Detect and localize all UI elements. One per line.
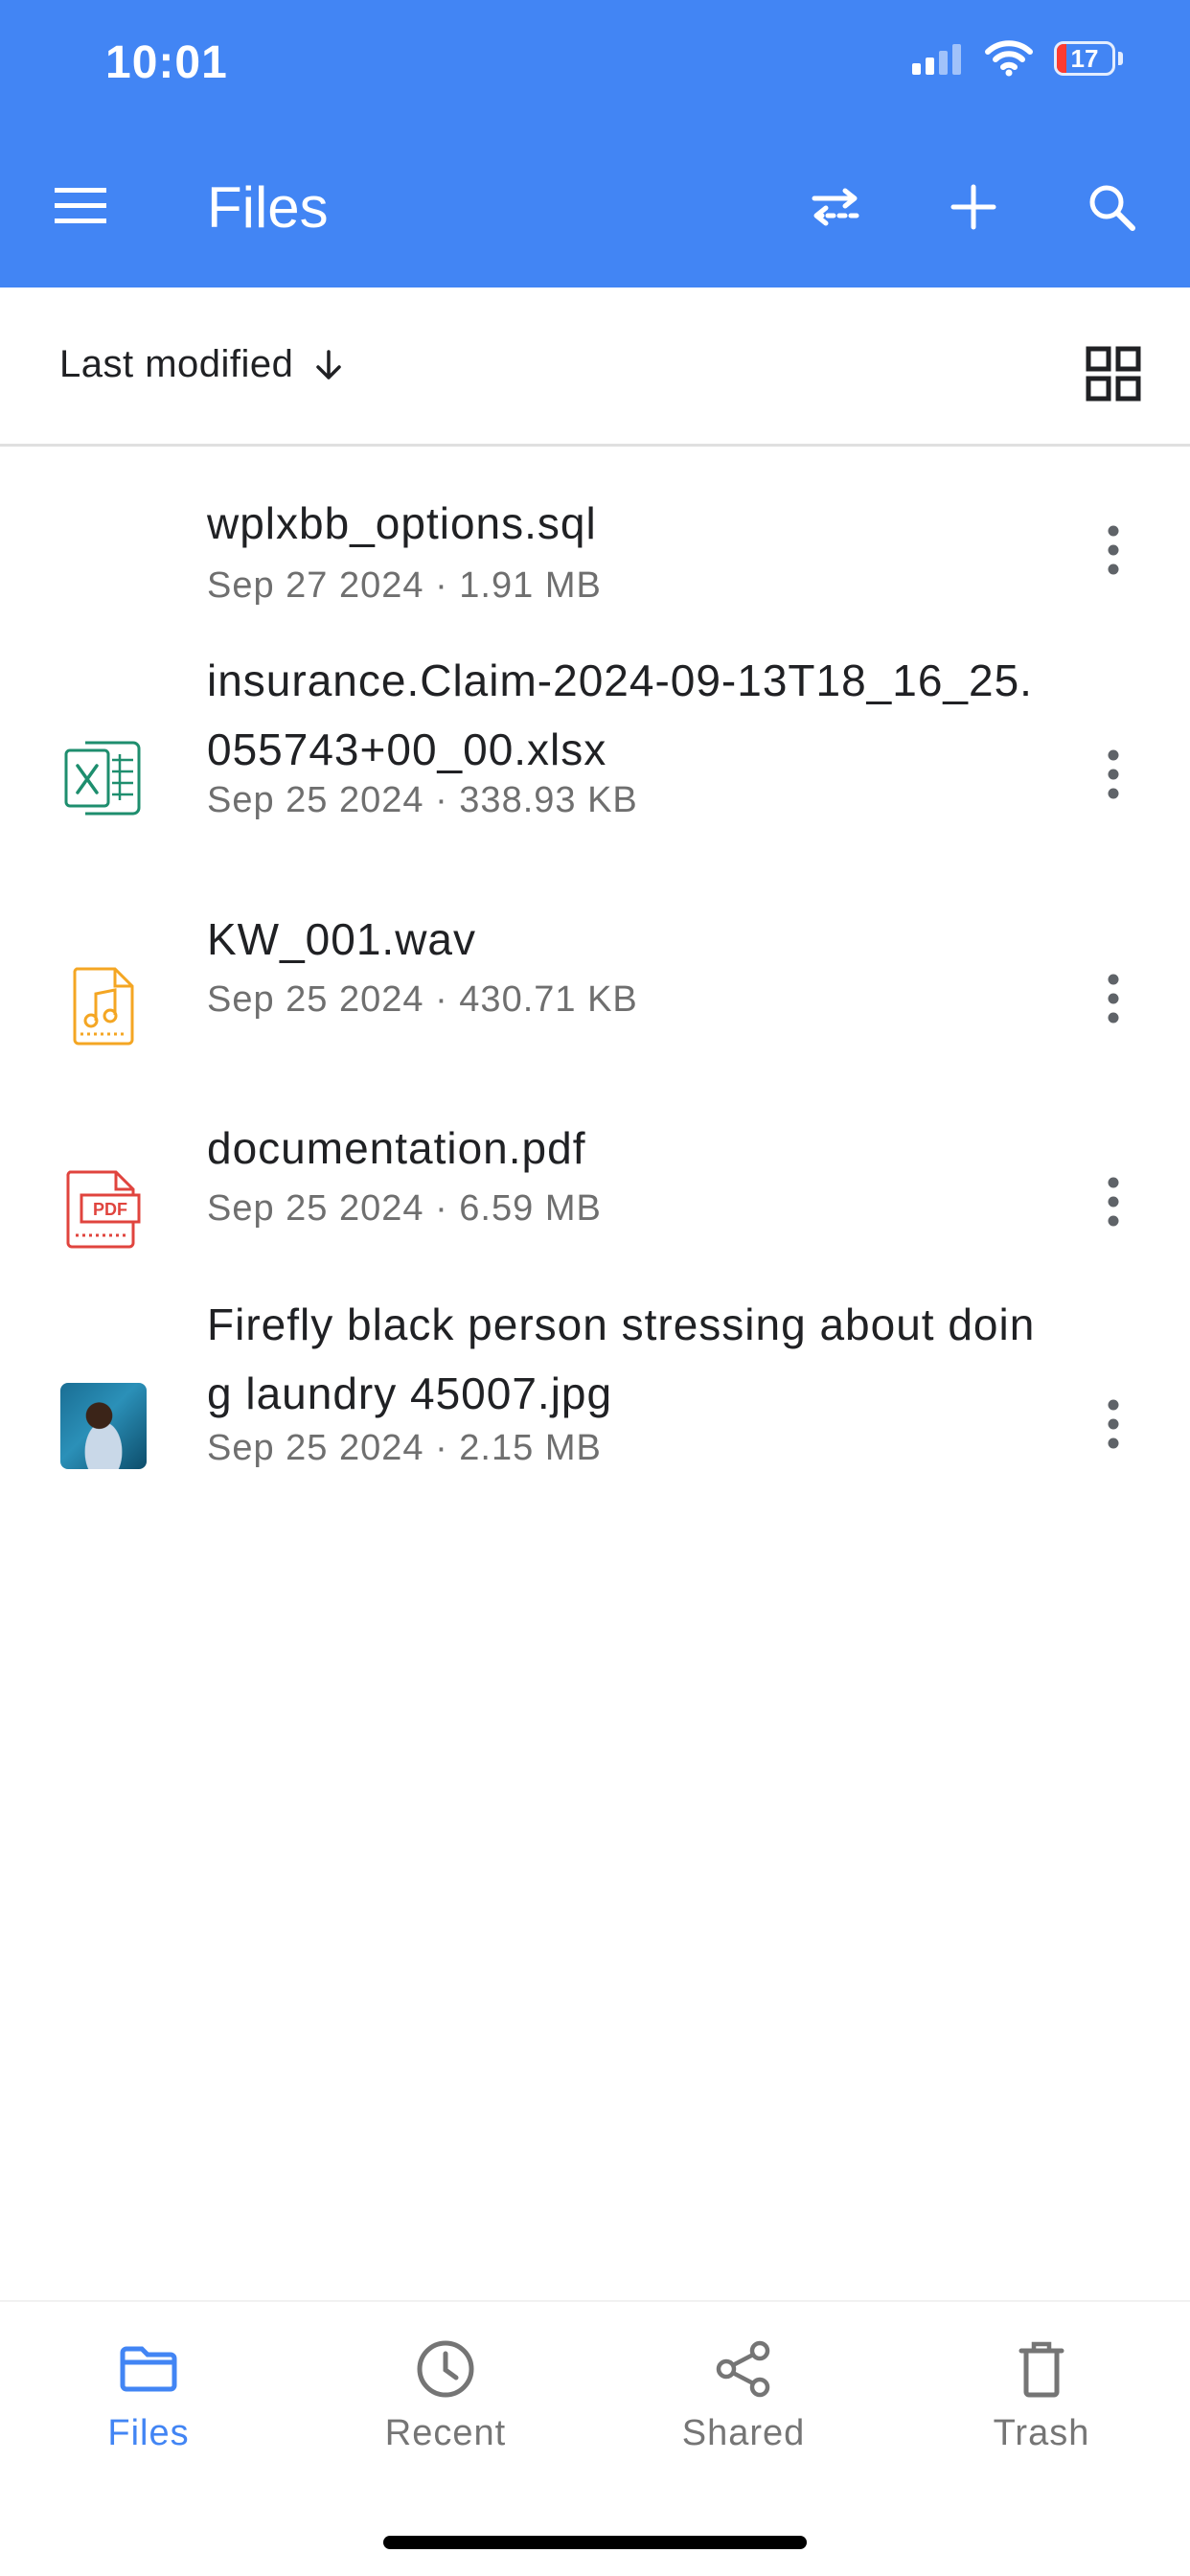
nav-recent-label: Recent: [384, 2413, 507, 2453]
nav-trash[interactable]: Trash: [927, 2331, 1156, 2454]
battery-level: 17: [1070, 43, 1099, 73]
sort-button[interactable]: Last modified: [59, 343, 345, 386]
sort-bar: Last modified: [0, 288, 1190, 447]
nav-files-label: Files: [107, 2413, 190, 2453]
page-title: Files: [207, 175, 329, 240]
add-button[interactable]: [933, 172, 1014, 242]
nav-shared[interactable]: Shared: [629, 2331, 858, 2454]
file-row[interactable]: KW_001.wav Sep 25 2024 · 430.71 KB: [0, 895, 1190, 1098]
sort-label: Last modified: [59, 343, 294, 385]
more-options-button[interactable]: [1075, 502, 1152, 598]
file-meta: Sep 27 2024 · 1.91 MB: [207, 565, 602, 606]
swap-icon: [812, 188, 859, 226]
nav-files[interactable]: Files: [34, 2331, 263, 2454]
more-options-button[interactable]: [1075, 1154, 1152, 1250]
search-button[interactable]: [1071, 172, 1152, 242]
transfer-button[interactable]: [795, 172, 876, 242]
battery-icon: 17: [1054, 41, 1115, 76]
more-vert-icon: [1108, 525, 1119, 575]
file-name: insurance.Claim-2024-09-13T18_16_25.0557…: [207, 656, 1033, 774]
menu-icon: [55, 188, 106, 223]
plus-icon: [950, 184, 996, 230]
more-vert-icon: [1108, 974, 1119, 1024]
file-row[interactable]: wplxbb_options.sql Sep 27 2024 · 1.91 MB: [0, 447, 1190, 638]
wifi-icon: [985, 40, 1033, 77]
signal-icon: [912, 44, 961, 75]
bottom-navigation: Files Recent Shared Trash: [0, 2300, 1190, 2494]
search-icon: [1089, 185, 1135, 231]
folder-icon: [120, 2346, 177, 2392]
image-thumbnail: [59, 1382, 148, 1470]
menu-button[interactable]: [53, 182, 108, 230]
file-name: documentation.pdf: [207, 1123, 586, 1173]
file-meta: Sep 25 2024 · 430.71 KB: [207, 979, 638, 1020]
status-indicators: 17: [910, 40, 1123, 77]
excel-file-icon: [59, 734, 148, 822]
more-options-button[interactable]: [1075, 1376, 1152, 1472]
nav-recent[interactable]: Recent: [331, 2331, 561, 2454]
more-vert-icon: [1108, 1399, 1119, 1449]
file-meta: Sep 25 2024 · 6.59 MB: [207, 1188, 602, 1229]
more-options-button[interactable]: [1075, 951, 1152, 1046]
status-time: 10:01: [105, 37, 228, 88]
file-name: Firefly black person stressing about doi…: [207, 1300, 1036, 1418]
clock-icon: [417, 2340, 474, 2398]
home-indicator[interactable]: [383, 2536, 807, 2549]
audio-file-icon: [59, 962, 148, 1050]
grid-view-button[interactable]: [1075, 335, 1152, 412]
pdf-badge-text: PDF: [93, 1200, 127, 1219]
file-name: KW_001.wav: [207, 914, 477, 964]
file-row[interactable]: insurance.Claim-2024-09-13T18_16_25.0557…: [0, 638, 1190, 895]
more-vert-icon: [1108, 1177, 1119, 1227]
nav-trash-label: Trash: [993, 2413, 1090, 2453]
more-options-button[interactable]: [1075, 726, 1152, 822]
file-row[interactable]: PDF documentation.pdf Sep 25 2024 · 6.59…: [0, 1098, 1190, 1290]
file-meta: Sep 25 2024 · 2.15 MB: [207, 1428, 602, 1468]
trash-icon: [1018, 2341, 1064, 2398]
pdf-file-icon: PDF: [59, 1165, 148, 1254]
grid-view-icon: [1086, 346, 1141, 402]
file-name: wplxbb_options.sql: [207, 498, 597, 548]
share-icon: [716, 2340, 770, 2398]
nav-shared-label: Shared: [681, 2413, 806, 2453]
more-vert-icon: [1108, 749, 1119, 799]
file-meta: Sep 25 2024 · 338.93 KB: [207, 780, 638, 820]
arrow-down-icon: [316, 349, 342, 380]
top-app-bar: 10:01 17 Files: [0, 0, 1190, 288]
file-row[interactable]: Firefly black person stressing about doi…: [0, 1290, 1190, 1539]
